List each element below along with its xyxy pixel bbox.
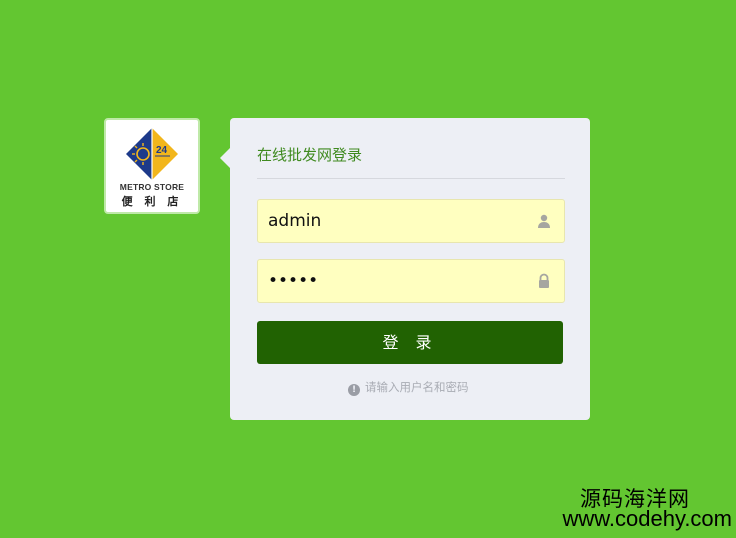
logo-brand-en: METRO STORE <box>119 182 185 192</box>
hint-text: 请输入用户名和密码 <box>365 380 469 394</box>
logo-brand-cn: 便 利 店 <box>121 195 183 208</box>
store-logo: 24 METRO STORE 便 利 店 <box>104 118 200 214</box>
username-input[interactable] <box>258 200 538 242</box>
username-field[interactable] <box>257 199 565 243</box>
watermark-url: www.codehy.com <box>562 506 732 531</box>
password-input[interactable] <box>258 260 538 302</box>
exclamation-circle-icon: ! <box>348 384 360 396</box>
login-hint: ! 请输入用户名和密码 <box>348 379 469 396</box>
login-button[interactable]: 登 录 <box>257 321 563 364</box>
login-title: 在线批发网登录 <box>257 146 363 164</box>
login-panel: 在线批发网登录 登 录 ! 请输入用户名和密码 <box>220 118 590 420</box>
password-field[interactable] <box>257 259 565 303</box>
lock-icon <box>539 273 549 288</box>
logo-badge-number: 24 <box>156 145 168 156</box>
title-divider <box>257 178 565 179</box>
metro-store-logo-icon: 24 <box>126 128 178 180</box>
user-icon <box>538 214 550 228</box>
